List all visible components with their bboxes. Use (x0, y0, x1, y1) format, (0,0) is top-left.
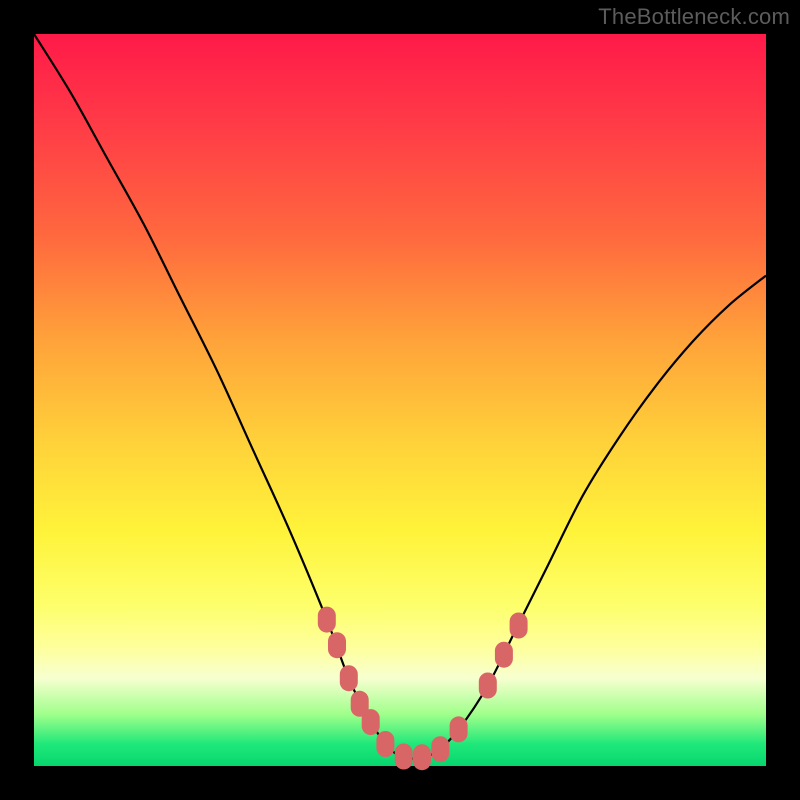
curve-marker (328, 632, 346, 658)
curve-markers (318, 607, 528, 771)
curve-marker (495, 642, 513, 668)
curve-marker (376, 731, 394, 757)
watermark-text: TheBottleneck.com (598, 4, 790, 30)
curve-marker (450, 716, 468, 742)
chart-svg (34, 34, 766, 766)
curve-marker (413, 744, 431, 770)
plot-area (34, 34, 766, 766)
curve-marker (479, 673, 497, 699)
curve-marker (340, 665, 358, 691)
chart-frame: TheBottleneck.com (0, 0, 800, 800)
curve-marker (395, 744, 413, 770)
curve-marker (362, 709, 380, 735)
curve-marker (510, 613, 528, 639)
curve-marker (431, 736, 449, 762)
bottleneck-curve (34, 34, 766, 759)
curve-marker (318, 607, 336, 633)
